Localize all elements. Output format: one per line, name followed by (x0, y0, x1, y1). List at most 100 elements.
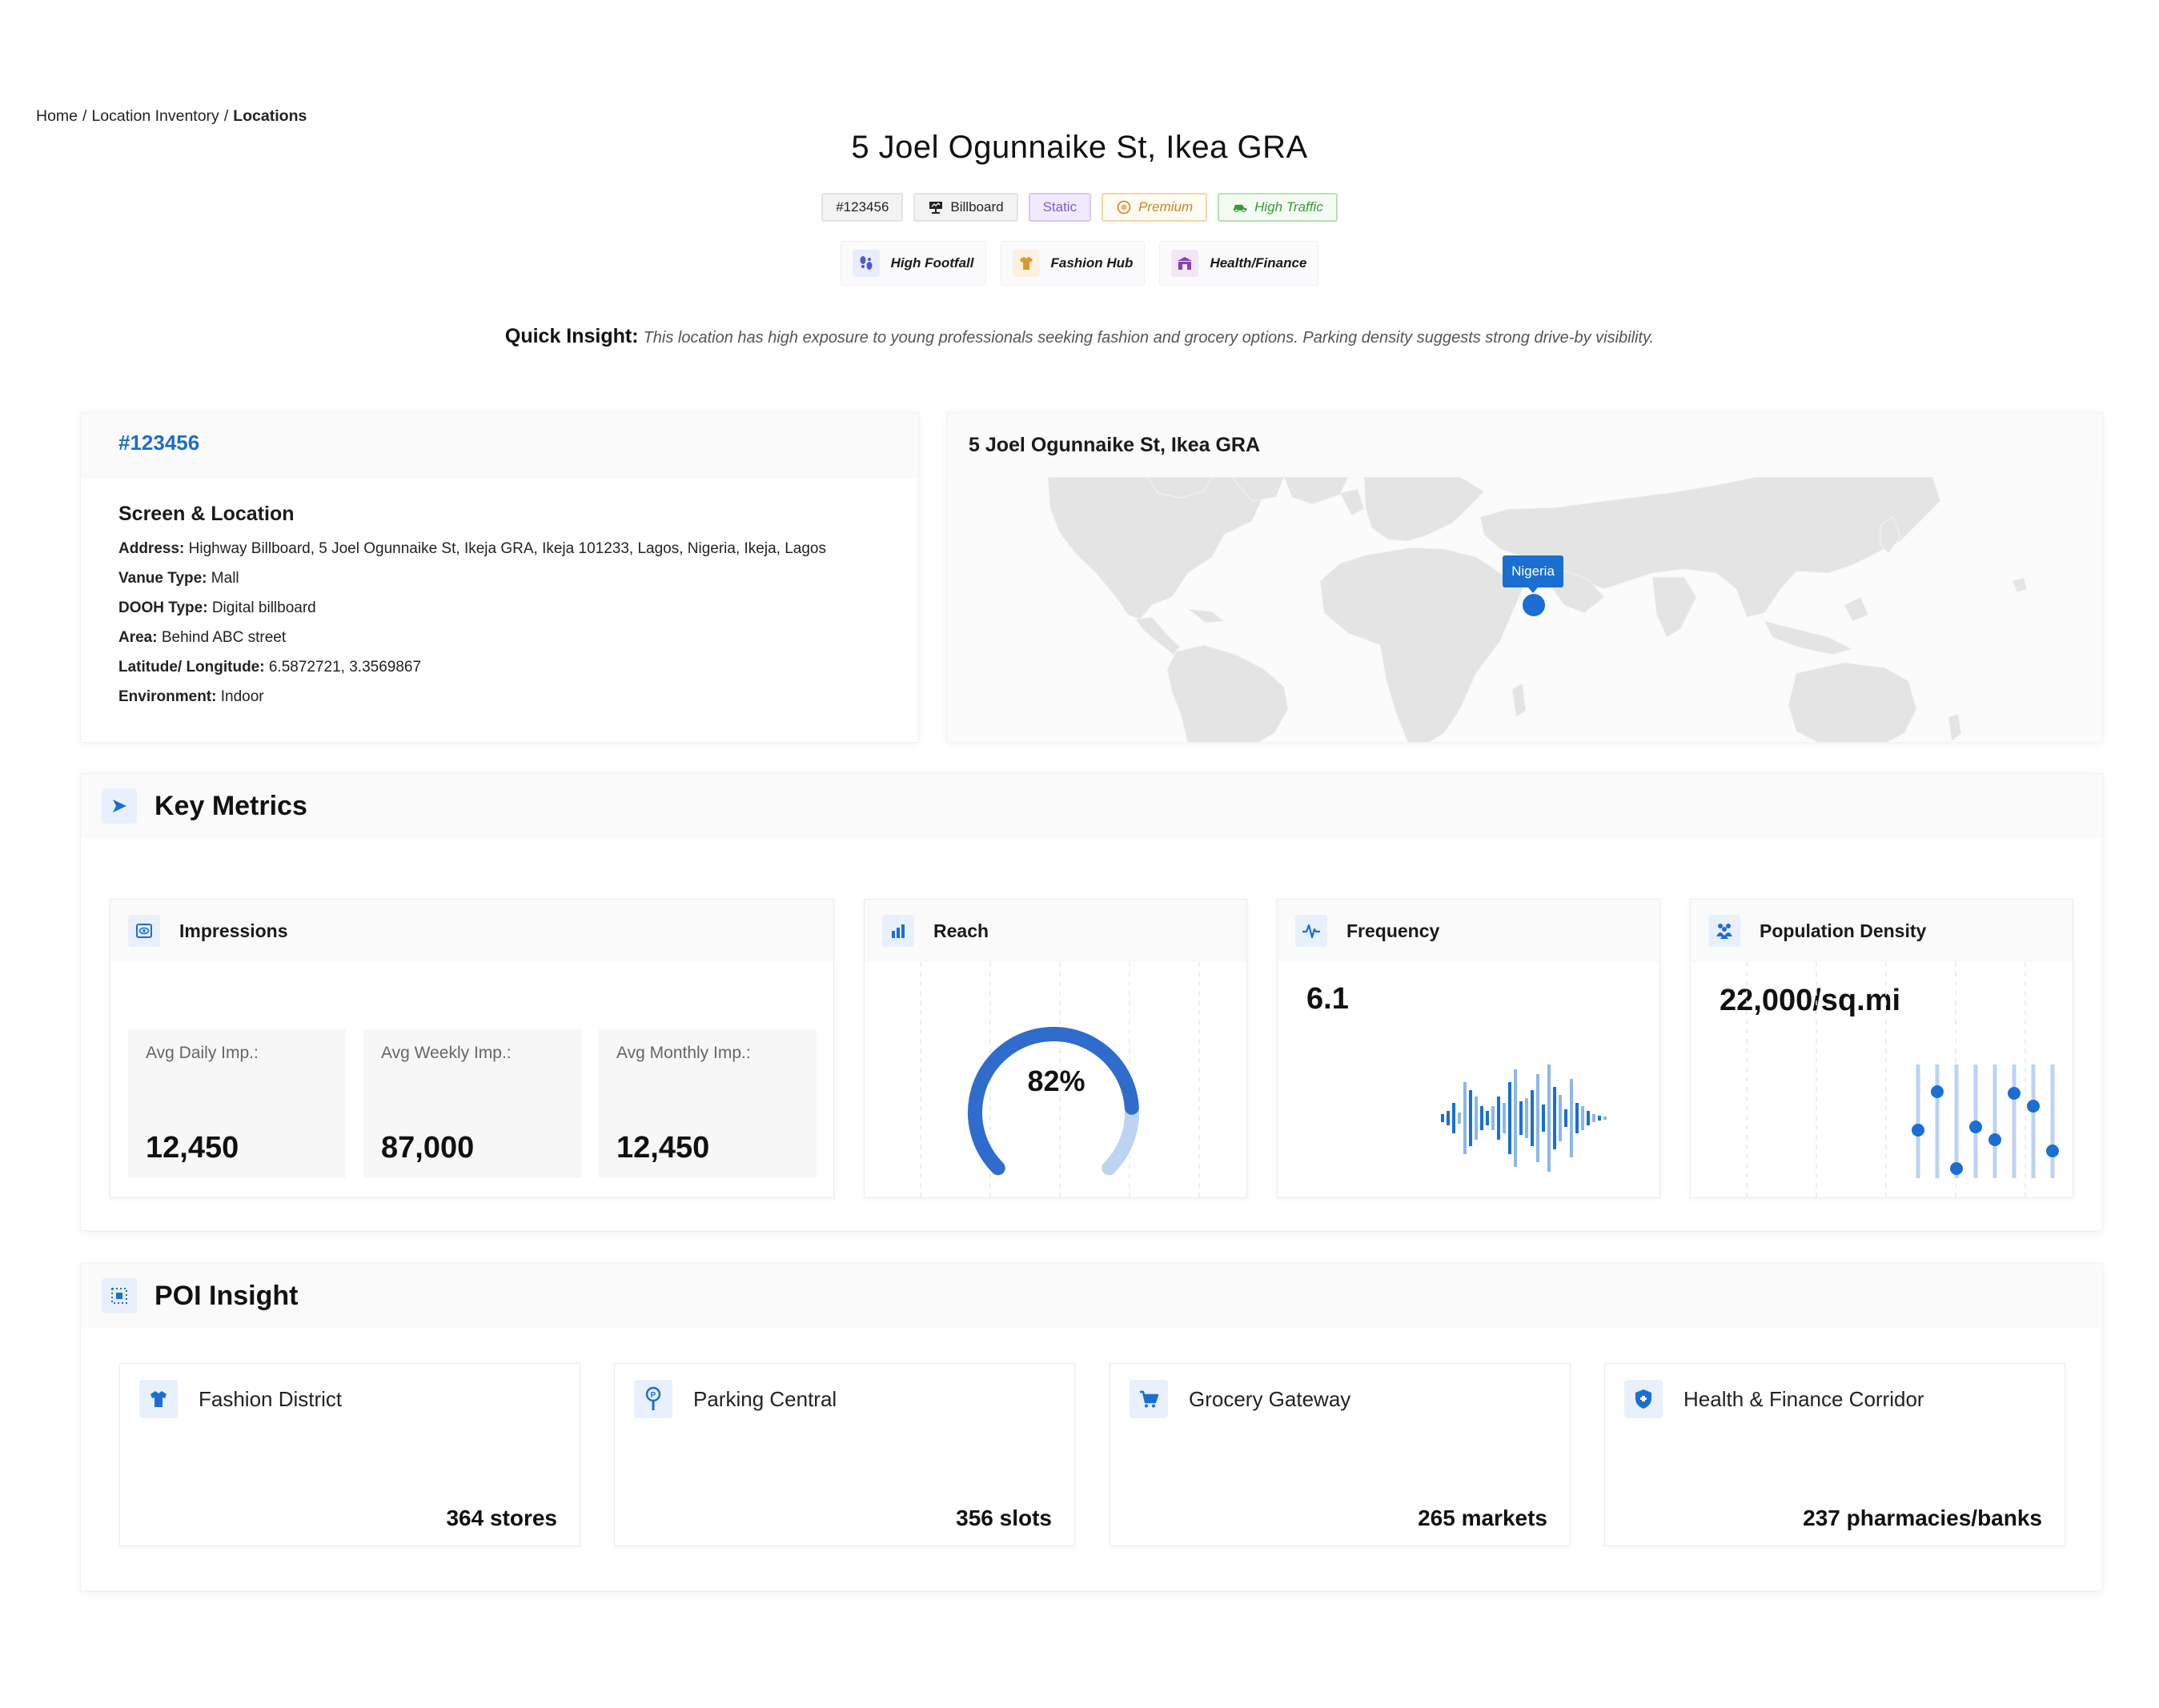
population-density-chart (1746, 962, 2059, 1197)
map-marker-label: Nigeria (1511, 563, 1555, 579)
info-row-environment: Environment: Indoor (118, 688, 881, 706)
bank-icon (1171, 250, 1199, 277)
world-map[interactable]: Nigeria (948, 476, 2102, 742)
target-grid-icon (102, 1278, 137, 1313)
key-metrics-header: Key Metrics (81, 774, 2102, 838)
reach-title: Reach (933, 920, 989, 941)
reach-value: 82% (1027, 1064, 1086, 1097)
info-row-value: Digital billboard (211, 599, 316, 616)
quick-insight: Quick Insight: This location has high exp… (0, 325, 2159, 348)
stat-label: Avg Monthly Imp.: (616, 1044, 751, 1062)
traffic-tag: High Traffic (1218, 193, 1338, 222)
frequency-waveform (1441, 1064, 1607, 1172)
poi-card-parking-central[interactable]: P Parking Central 356 slots (614, 1363, 1075, 1546)
cart-icon (1130, 1380, 1168, 1418)
map-card-title: 5 Joel Ogunnaike St, Ikea GRA (948, 413, 2102, 477)
info-row-area: Area: Behind ABC street (118, 629, 881, 647)
profile-tag-row: High Footfall Fashion Hub Health/Finance (0, 241, 2159, 286)
parking-pin-icon: P (634, 1380, 672, 1418)
footprints-icon (852, 250, 880, 277)
impressions-icon (128, 915, 160, 947)
avg-monthly-stat: Avg Monthly Imp.: 12,450 (599, 1029, 817, 1178)
breadcrumb-separator: / (82, 107, 87, 125)
breadcrumb-current: Locations (233, 107, 307, 125)
stat-value: 12,450 (146, 1131, 239, 1165)
pulse-icon (1295, 915, 1327, 947)
billboard-icon (928, 200, 944, 215)
traffic-tag-label: High Traffic (1254, 199, 1323, 215)
info-row-label: Latitude/ Longitude: (118, 659, 265, 676)
breadcrumb-home[interactable]: Home (36, 107, 78, 125)
poi-value: 356 slots (956, 1506, 1052, 1530)
breadcrumb-location-inventory[interactable]: Location Inventory (91, 107, 219, 125)
avg-daily-stat: Avg Daily Imp.: 12,450 (128, 1029, 346, 1178)
frequency-card: Frequency 6.1 (1277, 899, 1660, 1198)
profile-tag-fashion-hub: Fashion Hub (1000, 241, 1146, 286)
stat-label: Avg Daily Imp.: (146, 1044, 259, 1062)
info-row-label: Environment: (118, 688, 217, 705)
info-row-dooh-type: DOOH Type: Digital billboard (118, 599, 881, 617)
screen-location-card-header: #123456 (81, 413, 918, 479)
fashion-shirt-icon (1012, 250, 1040, 277)
premium-tag: Premium (1102, 193, 1208, 222)
quick-insight-label: Quick Insight: (504, 325, 639, 347)
poi-insight-section: POI Insight Fashion District 364 stores … (80, 1263, 2103, 1591)
breadcrumb: Home / Location Inventory / Locations (36, 107, 307, 126)
shield-icon (1624, 1380, 1663, 1418)
stat-value: 12,450 (616, 1131, 710, 1165)
poi-name: Health & Finance Corridor (1683, 1386, 1924, 1411)
avg-weekly-stat: Avg Weekly Imp.: 87,000 (363, 1029, 581, 1178)
info-row-label: DOOH Type: (118, 599, 208, 616)
frequency-header: Frequency (1278, 900, 1659, 962)
poi-insight-header: POI Insight (81, 1264, 2102, 1328)
reach-header: Reach (865, 900, 1246, 962)
map-card: 5 Joel Ogunnaike St, Ikea GRA Nigeria (947, 412, 2103, 743)
info-row-label: Area: (118, 629, 158, 646)
profile-tag-label: Health/Finance (1210, 255, 1307, 271)
screen-location-heading: Screen & Location (118, 503, 295, 525)
screen-location-card: #123456 Screen & Location Address: Highw… (80, 412, 919, 743)
info-row-value: Highway Billboard, 5 Joel Ogunnaike St, … (188, 540, 826, 557)
frequency-title: Frequency (1346, 920, 1440, 941)
key-metrics-section: Key Metrics Impressions Avg Daily Imp.: … (80, 773, 2103, 1231)
info-row-label: Vanue Type: (118, 570, 207, 587)
tag-row: #123456 Billboard Static Premium High Tr… (0, 193, 2159, 222)
impressions-header: Impressions (110, 900, 833, 962)
impressions-card: Impressions Avg Daily Imp.: 12,450 Avg W… (110, 899, 834, 1198)
map-marker-pin[interactable] (1523, 594, 1545, 616)
poi-card-grocery-gateway[interactable]: Grocery Gateway 265 markets (1110, 1363, 1571, 1546)
reach-card: Reach 82% (864, 899, 1247, 1198)
premium-badge-icon (1116, 200, 1132, 215)
profile-tag-health-finance: Health/Finance (1159, 241, 1319, 286)
people-icon (1708, 915, 1740, 947)
stat-label: Avg Weekly Imp.: (381, 1044, 512, 1062)
key-metrics-title: Key Metrics (155, 790, 307, 821)
page-title: 5 Joel Ogunnaike St, Ikea GRA (851, 130, 1308, 165)
info-row-address: Address: Highway Billboard, 5 Joel Ogunn… (118, 540, 881, 558)
profile-tag-label: Fashion Hub (1050, 255, 1134, 271)
type-tag: Static (1028, 193, 1092, 222)
map-marker-callout[interactable]: Nigeria (1503, 555, 1563, 587)
poi-name: Parking Central (693, 1386, 837, 1411)
stat-value: 87,000 (381, 1131, 475, 1165)
info-row-lat-long: Latitude/ Longitude: 6.5872721, 3.356986… (118, 659, 881, 676)
reach-gauge-fill (968, 1027, 1139, 1176)
info-row-value: Behind ABC street (161, 629, 287, 646)
population-density-card: Population Density 22,000/sq.mi (1690, 899, 2073, 1198)
population-density-header: Population Density (1691, 900, 2073, 962)
info-row-value: Mall (211, 570, 239, 587)
info-row-value: 6.5872721, 3.3569867 (268, 659, 422, 676)
poi-card-fashion-district[interactable]: Fashion District 364 stores (119, 1363, 580, 1546)
arrow-right-icon (102, 788, 137, 824)
poi-card-health-finance-corridor[interactable]: Health & Finance Corridor 237 pharmacies… (1604, 1363, 2065, 1546)
poi-value: 265 markets (1418, 1506, 1547, 1530)
info-row-value: Indoor (220, 688, 264, 705)
id-tag-label: #123456 (836, 199, 889, 215)
poi-name: Grocery Gateway (1189, 1386, 1351, 1411)
location-code: #123456 (118, 431, 200, 455)
callout-pointer (1528, 587, 1538, 593)
poi-insight-title: POI Insight (155, 1280, 299, 1311)
id-tag: #123456 (821, 193, 904, 222)
profile-tag-high-footfall: High Footfall (840, 241, 986, 286)
type-tag-label: Static (1042, 199, 1077, 215)
